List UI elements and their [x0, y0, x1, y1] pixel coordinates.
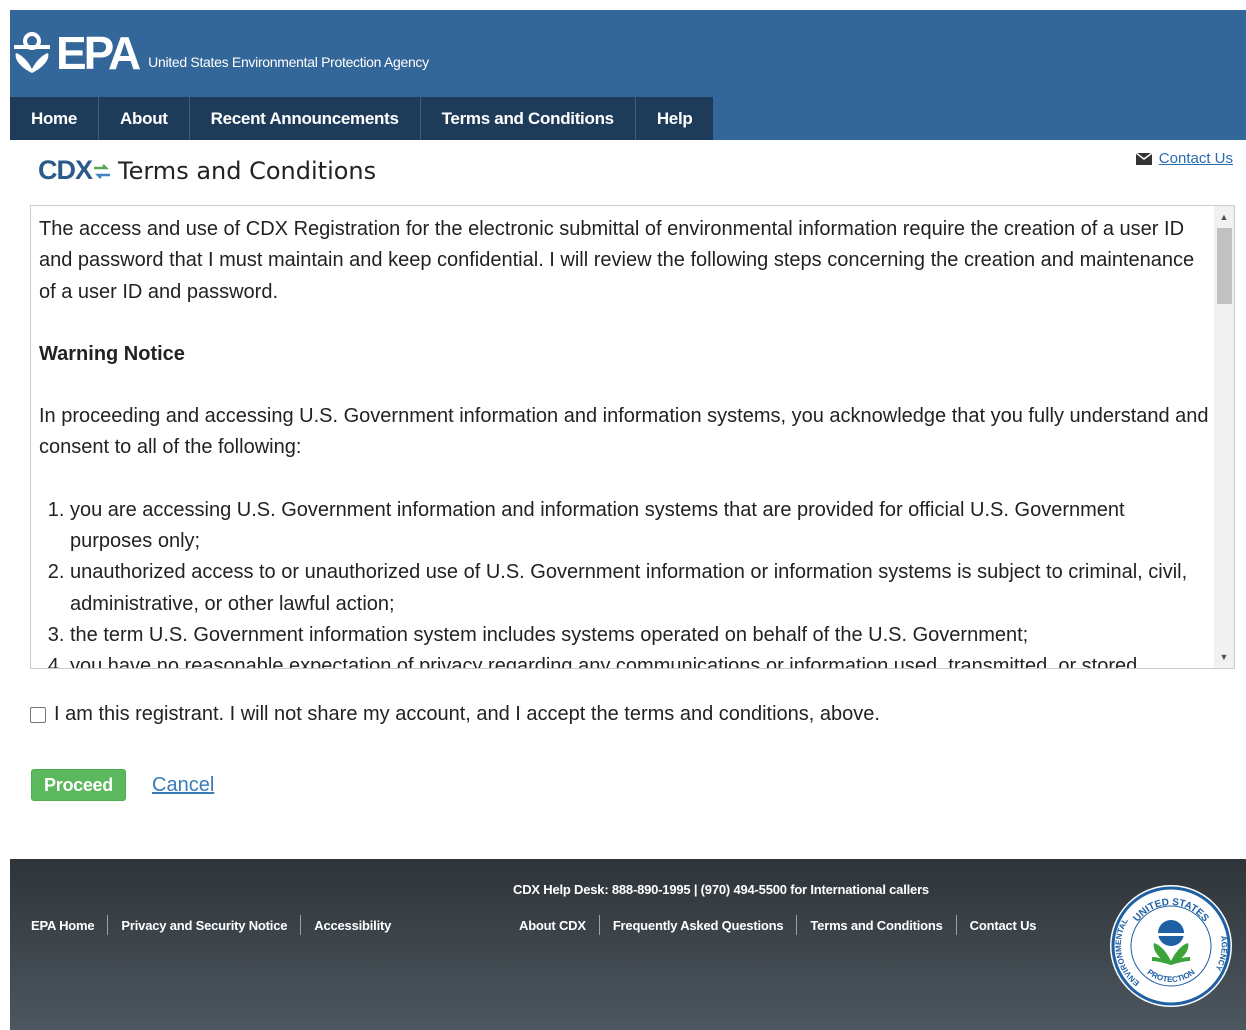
footer-mid-links: About CDX Frequently Asked Questions Ter…: [519, 915, 1036, 935]
proceed-button[interactable]: Proceed: [31, 769, 126, 801]
cancel-link[interactable]: Cancel: [152, 774, 214, 797]
consent-text: In proceeding and accessing U.S. Governm…: [39, 405, 1209, 459]
footer-left-links: EPA Home Privacy and Security Notice Acc…: [31, 915, 391, 935]
site-header: EPA United States Environmental Protecti…: [10, 10, 1246, 140]
terms-list-item: you have no reasonable expectation of pr…: [70, 651, 1209, 668]
scroll-up-arrow-icon[interactable]: ▲: [1214, 208, 1234, 226]
footer-privacy-link[interactable]: Privacy and Security Notice: [121, 918, 287, 933]
footer-epa-home-link[interactable]: EPA Home: [31, 918, 95, 933]
brand: EPA United States Environmental Protecti…: [10, 26, 429, 76]
terms-scrollbar[interactable]: ▲ ▼: [1214, 206, 1234, 668]
page-heading: CDX Terms and Conditions: [38, 155, 376, 186]
footer-divider: [955, 915, 957, 935]
accept-terms-label[interactable]: I am this registrant. I will not share m…: [54, 703, 880, 726]
terms-list-item: unauthorized access to or unauthorized u…: [70, 557, 1209, 620]
scroll-down-arrow-icon[interactable]: ▼: [1214, 648, 1234, 666]
epa-logo[interactable]: EPA: [10, 27, 141, 79]
accept-terms-row: I am this registrant. I will not share m…: [30, 703, 880, 726]
nav-recent-announcements[interactable]: Recent Announcements: [190, 97, 421, 140]
cdx-arrows-icon: [94, 163, 111, 179]
site-footer: CDX Help Desk: 888-890-1995 | (970) 494-…: [10, 859, 1246, 1030]
nav-about[interactable]: About: [99, 97, 190, 140]
helpdesk-info: CDX Help Desk: 888-890-1995 | (970) 494-…: [513, 882, 929, 897]
page-title: Terms and Conditions: [118, 156, 377, 185]
main-nav: Home About Recent Announcements Terms an…: [10, 97, 714, 140]
terms-list-item: you are accessing U.S. Government inform…: [70, 495, 1209, 558]
footer-divider: [796, 915, 798, 935]
form-actions: Proceed Cancel: [31, 769, 214, 801]
footer-divider: [300, 915, 302, 935]
epa-seal-icon[interactable]: UNITED STATES ENVIRONMENTAL AGENCY PROTE…: [1108, 883, 1234, 1009]
terms-list: you are accessing U.S. Government inform…: [39, 495, 1209, 668]
nav-terms-and-conditions[interactable]: Terms and Conditions: [421, 97, 636, 140]
terms-intro: The access and use of CDX Registration f…: [39, 218, 1195, 303]
agency-name: United States Environmental Protection A…: [148, 54, 429, 70]
terms-content: The access and use of CDX Registration f…: [39, 214, 1209, 668]
footer-faq-link[interactable]: Frequently Asked Questions: [613, 918, 784, 933]
warning-heading: Warning Notice: [39, 342, 185, 365]
epa-flower-icon: [14, 32, 50, 73]
terms-scroll-box[interactable]: The access and use of CDX Registration f…: [30, 205, 1235, 669]
envelope-icon: [1135, 152, 1152, 165]
nav-help[interactable]: Help: [636, 97, 714, 140]
footer-terms-link[interactable]: Terms and Conditions: [810, 918, 942, 933]
cdx-logo-text: CDX: [38, 155, 93, 185]
epa-logo-text: EPA: [56, 27, 141, 79]
footer-divider: [107, 915, 109, 935]
scroll-thumb[interactable]: [1217, 228, 1232, 304]
footer-contact-link[interactable]: Contact Us: [970, 918, 1037, 933]
footer-divider: [598, 915, 600, 935]
footer-about-cdx-link[interactable]: About CDX: [519, 918, 586, 933]
footer-accessibility-link[interactable]: Accessibility: [314, 918, 391, 933]
contact-us-link[interactable]: Contact Us: [1159, 150, 1233, 167]
contact-us-top: Contact Us: [1135, 150, 1233, 167]
terms-list-item: the term U.S. Government information sys…: [70, 620, 1209, 651]
cdx-logo: CDX: [38, 155, 112, 186]
nav-home[interactable]: Home: [10, 97, 100, 140]
accept-terms-checkbox[interactable]: [30, 706, 46, 723]
page-left-margin: [0, 0, 10, 1030]
